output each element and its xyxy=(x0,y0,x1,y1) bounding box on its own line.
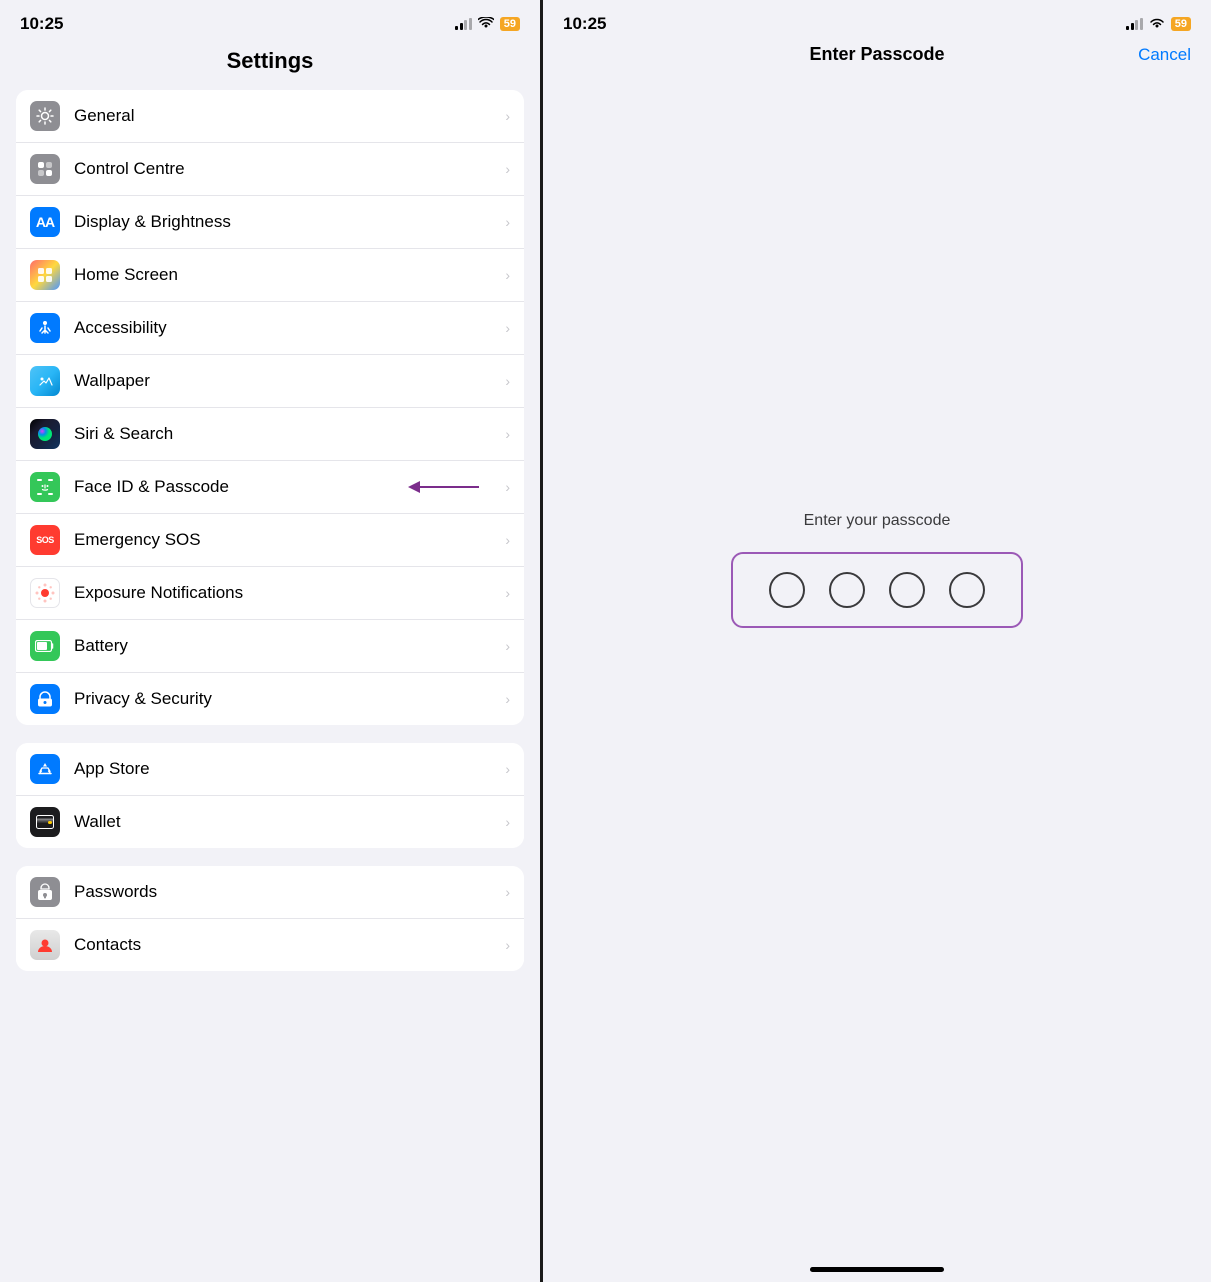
wallet-label: Wallet xyxy=(74,812,497,832)
right-nav-bar: Enter Passcode Cancel xyxy=(543,40,1211,73)
settings-group-3: Passwords › Contacts › xyxy=(16,866,524,971)
right-battery-badge: 59 xyxy=(1171,17,1191,31)
sidebar-item-app-store[interactable]: App Store › xyxy=(16,743,524,796)
passwords-label: Passwords xyxy=(74,882,497,902)
general-chevron: › xyxy=(505,108,510,124)
sidebar-item-siri-search[interactable]: Siri & Search › xyxy=(16,408,524,461)
right-wifi-icon xyxy=(1149,17,1165,32)
sidebar-item-wallet[interactable]: Wallet › xyxy=(16,796,524,848)
accessibility-chevron: › xyxy=(505,320,510,336)
sidebar-item-general[interactable]: General › xyxy=(16,90,524,143)
app-store-icon xyxy=(30,754,60,784)
battery-icon: 59 xyxy=(500,17,520,31)
siri-search-chevron: › xyxy=(505,426,510,442)
passwords-icon xyxy=(30,877,60,907)
contacts-chevron: › xyxy=(505,937,510,953)
right-status-bar: 10:25 59 xyxy=(543,0,1211,40)
passcode-circle-2 xyxy=(829,572,865,608)
left-status-bar: 10:25 59 xyxy=(0,0,540,40)
general-icon xyxy=(30,101,60,131)
privacy-chevron: › xyxy=(505,691,510,707)
contacts-icon xyxy=(30,930,60,960)
arrow-annotation xyxy=(404,472,484,502)
signal-icon xyxy=(455,18,472,30)
privacy-icon xyxy=(30,684,60,714)
accessibility-label: Accessibility xyxy=(74,318,497,338)
sidebar-item-battery[interactable]: Battery › xyxy=(16,620,524,673)
sidebar-item-passwords[interactable]: Passwords › xyxy=(16,866,524,919)
control-centre-label: Control Centre xyxy=(74,159,497,179)
battery-chevron: › xyxy=(505,638,510,654)
wallet-chevron: › xyxy=(505,814,510,830)
control-centre-icon xyxy=(30,154,60,184)
display-brightness-chevron: › xyxy=(505,214,510,230)
right-page-title: Enter Passcode xyxy=(809,44,944,65)
sidebar-item-privacy[interactable]: Privacy & Security › xyxy=(16,673,524,725)
display-brightness-icon: AA xyxy=(30,207,60,237)
display-brightness-label: Display & Brightness xyxy=(74,212,497,232)
cancel-button[interactable]: Cancel xyxy=(1138,45,1191,65)
face-id-icon xyxy=(30,472,60,502)
settings-group-2: App Store › Wallet › xyxy=(16,743,524,848)
passcode-content: Enter your passcode xyxy=(543,73,1211,1267)
right-panel: 10:25 59 Enter Passcode Cancel Enter xyxy=(543,0,1211,1282)
exposure-chevron: › xyxy=(505,585,510,601)
accessibility-icon xyxy=(30,313,60,343)
left-page-title: Settings xyxy=(20,44,520,82)
right-status-icons: 59 xyxy=(1126,17,1191,32)
right-signal-icon xyxy=(1126,18,1143,30)
passcode-circle-3 xyxy=(889,572,925,608)
home-screen-chevron: › xyxy=(505,267,510,283)
wallpaper-label: Wallpaper xyxy=(74,371,497,391)
left-panel: 10:25 59 Settings xyxy=(0,0,540,1282)
exposure-icon xyxy=(30,578,60,608)
emergency-sos-label: Emergency SOS xyxy=(74,530,497,550)
passcode-input[interactable] xyxy=(731,552,1023,628)
emergency-sos-chevron: › xyxy=(505,532,510,548)
battery-settings-icon xyxy=(30,631,60,661)
wifi-icon xyxy=(478,17,494,32)
sidebar-item-exposure[interactable]: Exposure Notifications › xyxy=(16,567,524,620)
app-store-chevron: › xyxy=(505,761,510,777)
settings-group-1: General › Control Centre › xyxy=(16,90,524,725)
sidebar-item-face-id[interactable]: Face ID & Passcode › xyxy=(16,461,524,514)
wallpaper-icon xyxy=(30,366,60,396)
sidebar-item-wallpaper[interactable]: Wallpaper › xyxy=(16,355,524,408)
home-screen-label: Home Screen xyxy=(74,265,497,285)
exposure-label: Exposure Notifications xyxy=(74,583,497,603)
contacts-label: Contacts xyxy=(74,935,497,955)
siri-search-label: Siri & Search xyxy=(74,424,497,444)
sidebar-item-contacts[interactable]: Contacts › xyxy=(16,919,524,971)
passwords-chevron: › xyxy=(505,884,510,900)
control-centre-chevron: › xyxy=(505,161,510,177)
left-status-icons: 59 xyxy=(455,17,520,32)
sidebar-item-home-screen[interactable]: Home Screen › xyxy=(16,249,524,302)
siri-icon xyxy=(30,419,60,449)
home-screen-icon xyxy=(30,260,60,290)
wallpaper-chevron: › xyxy=(505,373,510,389)
sidebar-item-emergency-sos[interactable]: SOS Emergency SOS › xyxy=(16,514,524,567)
app-store-label: App Store xyxy=(74,759,497,779)
general-label: General xyxy=(74,106,497,126)
passcode-circle-4 xyxy=(949,572,985,608)
left-nav-bar: Settings xyxy=(0,40,540,90)
wallet-icon xyxy=(30,807,60,837)
emergency-sos-icon: SOS xyxy=(30,525,60,555)
sidebar-item-display-brightness[interactable]: AA Display & Brightness › xyxy=(16,196,524,249)
right-status-time: 10:25 xyxy=(563,14,606,34)
sidebar-item-accessibility[interactable]: Accessibility › xyxy=(16,302,524,355)
home-indicator xyxy=(810,1267,944,1272)
battery-label: Battery xyxy=(74,636,497,656)
privacy-label: Privacy & Security xyxy=(74,689,497,709)
passcode-prompt: Enter your passcode xyxy=(804,512,951,530)
face-id-chevron: › xyxy=(505,479,510,495)
passcode-circle-1 xyxy=(769,572,805,608)
sidebar-item-control-centre[interactable]: Control Centre › xyxy=(16,143,524,196)
left-status-time: 10:25 xyxy=(20,14,63,34)
settings-list: General › Control Centre › xyxy=(0,90,540,1282)
